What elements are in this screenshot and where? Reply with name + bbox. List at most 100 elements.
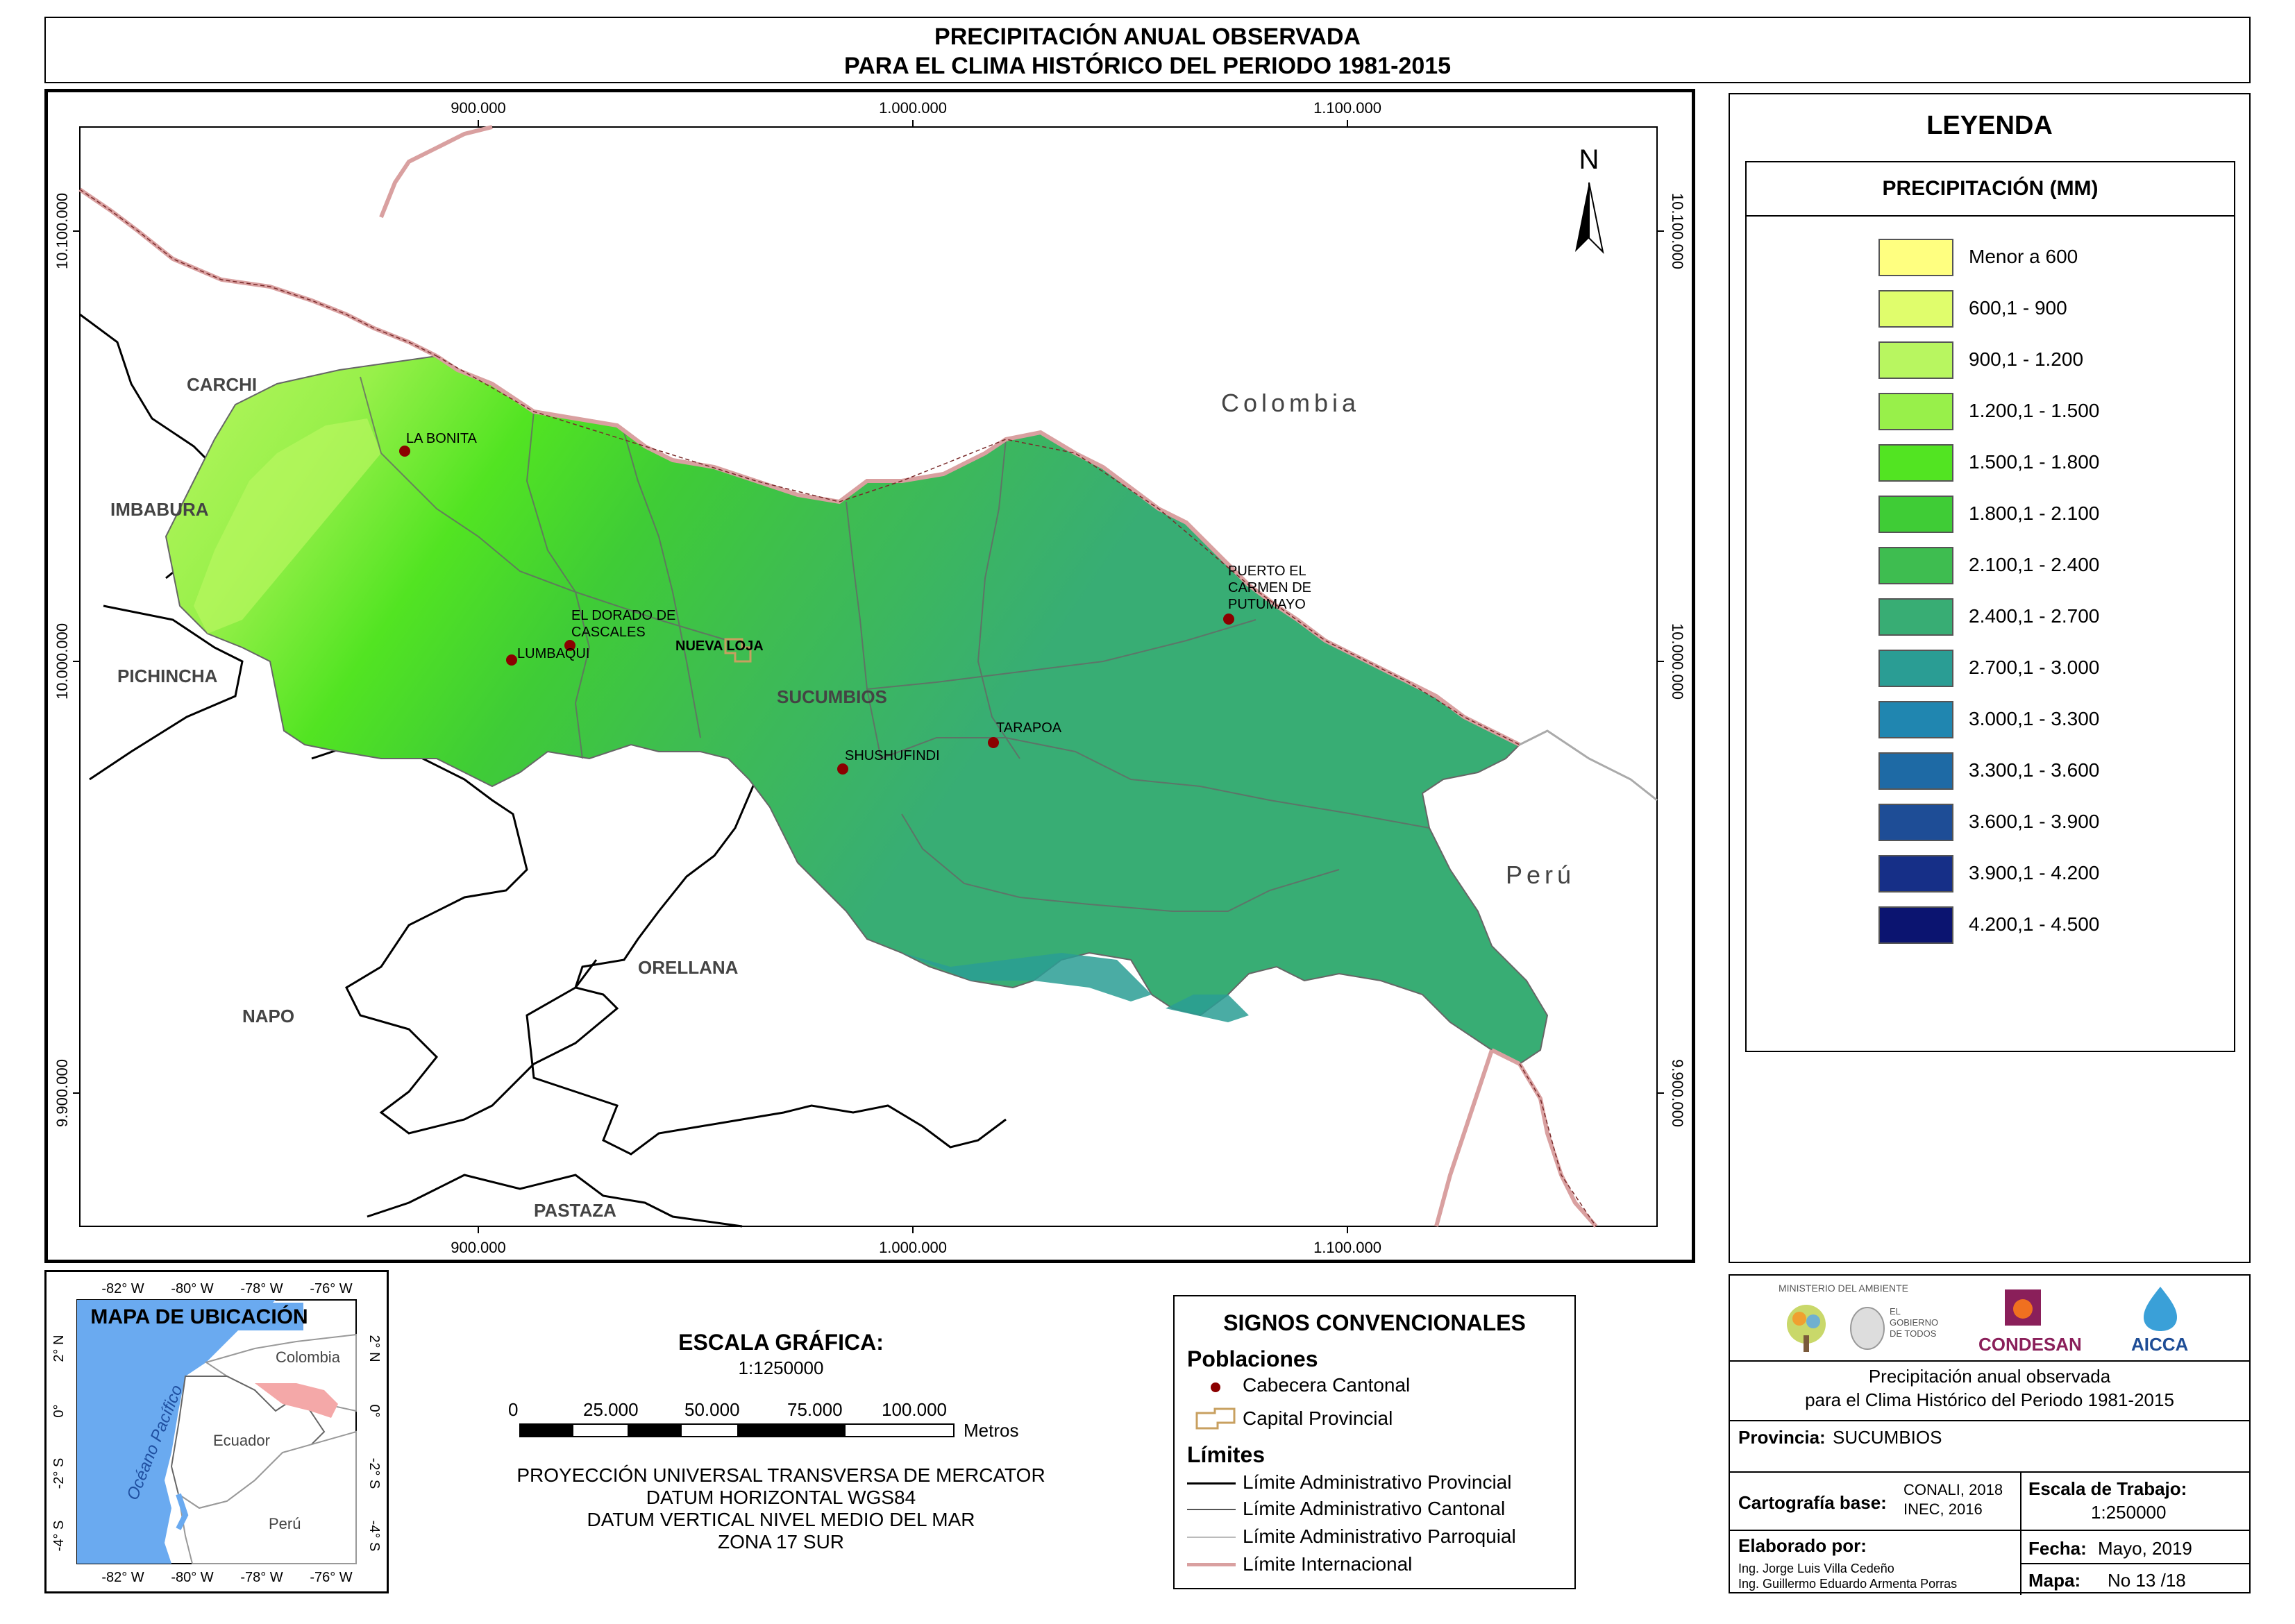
loc-lon-bottom-4: -76° W: [310, 1570, 352, 1585]
parroquial-line-icon: [1187, 1537, 1236, 1538]
legend-swatch: [1878, 855, 1953, 893]
legend-label: 4.200,1 - 4.500: [1969, 913, 2100, 935]
legend-panel: PRECIPITACIÓN (MM) Menor a 600 600,1 - 90…: [1745, 161, 2235, 1052]
loc-lon-top-2: -80° W: [171, 1281, 213, 1296]
signs-lim-int: Límite Internacional: [1243, 1553, 1413, 1575]
gobierno-text-1: EL: [1890, 1306, 1901, 1317]
town-marker-puerto-el-carmen[interactable]: [1223, 614, 1234, 625]
condesan-text: CONDESAN: [1978, 1334, 2082, 1355]
town-label-puerto-2: CARMEN DE: [1228, 580, 1311, 595]
projection-line-3: DATUM VERTICAL NIVEL MEDIO DEL MAR: [587, 1509, 975, 1530]
loc-lat-right-4: -4° S: [367, 1521, 382, 1552]
legend-swatch: [1878, 239, 1953, 276]
fecha-value: Mayo, 2019: [2098, 1538, 2192, 1559]
legend-label: 2.400,1 - 2.700: [1969, 605, 2100, 627]
loc-lon-top-4: -76° W: [310, 1281, 352, 1296]
projection-line-2: DATUM HORIZONTAL WGS84: [646, 1487, 916, 1508]
town-label-el-dorado-1: EL DORADO DE: [571, 608, 675, 623]
signs-lim-cant: Límite Administrativo Cantonal: [1243, 1498, 1506, 1519]
town-marker-tarapoa[interactable]: [988, 737, 999, 748]
signs-populations-header: Poblaciones: [1187, 1346, 1318, 1371]
scale-tick-2: 50.000: [684, 1399, 740, 1420]
location-map-title: MAPA DE UBICACIÓN: [90, 1305, 308, 1328]
y-tick-left-1: 10.100.000: [53, 193, 71, 269]
cartografia-value-2: INEC, 2016: [1903, 1500, 1983, 1518]
loc-lon-bottom-3: -78° W: [240, 1570, 283, 1585]
loc-lon-bottom-2: -80° W: [171, 1570, 213, 1585]
scale-unit: Metros: [964, 1420, 1019, 1441]
town-marker-lumbaqui[interactable]: [506, 654, 517, 666]
loc-lat-left-1: 2° N: [51, 1335, 67, 1362]
north-label: N: [1579, 144, 1599, 175]
legend-label: 3.000,1 - 3.300: [1969, 708, 2100, 729]
town-label-la-bonita: LA BONITA: [406, 431, 478, 446]
legend-swatch: [1878, 290, 1953, 328]
aicca-text: AICCA: [2131, 1334, 2189, 1355]
legend-swatch: [1878, 804, 1953, 841]
town-label-el-dorado-2: CASCALES: [571, 625, 646, 640]
legend-label: 1.200,1 - 1.500: [1969, 400, 2100, 421]
province-label-orellana: ORELLANA: [638, 957, 739, 978]
province-label-pastaza: PASTAZA: [534, 1200, 616, 1221]
map-title-line2: PARA EL CLIMA HISTÓRICO DEL PERIODO 1981…: [843, 53, 1452, 79]
location-map: -82° W -80° W -78° W -76° W -82° W -80° …: [51, 1281, 382, 1585]
legend-label: 1.800,1 - 2.100: [1969, 502, 2100, 524]
y-tick-left-3: 9.900.000: [53, 1059, 71, 1127]
loc-lat-right-1: 2° N: [367, 1335, 382, 1362]
location-map-box: -82° W -80° W -78° W -76° W -82° W -80° …: [44, 1270, 389, 1593]
scale-section: ESCALA GRÁFICA: 1:1250000 0 25.000 50.00…: [486, 1319, 1076, 1568]
town-marker-la-bonita[interactable]: [399, 446, 410, 457]
x-tick-top-3: 1.100.000: [1313, 99, 1381, 117]
main-map[interactable]: 900.000 1.000.000 1.100.000 900.000 1.00…: [48, 92, 1692, 1260]
scale-tick-1: 25.000: [583, 1399, 639, 1420]
aicca-logo-icon: [2144, 1287, 2177, 1331]
loc-lat-left-3: -2° S: [51, 1458, 67, 1489]
town-marker-shushufindi[interactable]: [837, 763, 848, 775]
legend-swatch: [1878, 650, 1953, 687]
ministerio-text: MINISTERIO DEL AMBIENTE: [1779, 1283, 1908, 1294]
legend-label: 600,1 - 900: [1969, 297, 2067, 319]
y-tick-right-2: 10.000.000: [1669, 623, 1686, 700]
gobierno-text-2: GOBIERNO: [1890, 1317, 1939, 1328]
province-label-napo: NAPO: [242, 1006, 294, 1026]
country-label-colombia: Colombia: [1221, 389, 1360, 417]
legend-swatch: [1878, 752, 1953, 790]
condesan-logo-icon: [2005, 1289, 2041, 1326]
town-label-shushufindi: SHUSHUFINDI: [845, 748, 940, 763]
loc-lon-bottom-1: -82° W: [101, 1570, 144, 1585]
legend-label: 1.500,1 - 1.800: [1969, 451, 2100, 473]
scale-tick-3: 75.000: [787, 1399, 843, 1420]
town-label-tarapoa: TARAPOA: [996, 720, 1062, 736]
legend-subtitle: PRECIPITACIÓN (MM): [1747, 162, 2234, 217]
legend-label: 2.700,1 - 3.000: [1969, 657, 2100, 678]
x-tick-bottom-3: 1.100.000: [1313, 1239, 1381, 1256]
provincia-value: SUCUMBIOS: [1833, 1427, 1942, 1448]
loc-label-ecuador: Ecuador: [213, 1432, 270, 1449]
escala-trabajo-value: 1:250000: [2091, 1502, 2167, 1523]
loc-label-colombia: Colombia: [276, 1348, 341, 1366]
legend-title: LEYENDA: [1926, 111, 2053, 140]
provincial-line-icon: [1187, 1482, 1236, 1485]
loc-label-peru: Perú: [269, 1515, 301, 1532]
scale-ratio: 1:1250000: [738, 1357, 824, 1378]
ministerio-logo-icon: [1787, 1305, 1826, 1352]
legend-label: 2.100,1 - 2.400: [1969, 554, 2100, 575]
escala-trabajo-label: Escala de Trabajo:: [2028, 1478, 2187, 1499]
projection-line-1: PROYECCIÓN UNIVERSAL TRANSVERSA DE MERCA…: [516, 1464, 1045, 1486]
projection-line-4: ZONA 17 SUR: [717, 1531, 845, 1553]
legend-swatch: [1878, 701, 1953, 738]
y-tick-right-3: 9.900.000: [1669, 1059, 1686, 1127]
capital-provincial-icon: [1195, 1407, 1236, 1430]
town-label-nueva-loja: NUEVA LOJA: [675, 638, 764, 654]
legend-swatch: [1878, 341, 1953, 379]
loc-lat-left-4: -4° S: [51, 1521, 67, 1552]
province-label-imbabura: IMBABURA: [110, 499, 209, 520]
country-label-peru: Perú: [1506, 861, 1575, 889]
legend-label: 3.300,1 - 3.600: [1969, 759, 2100, 781]
cartografia-value-1: CONALI, 2018: [1903, 1481, 2003, 1498]
main-map-frame[interactable]: 900.000 1.000.000 1.100.000 900.000 1.00…: [44, 89, 1695, 1263]
info-box: MINISTERIO DEL AMBIENTE EL GOBIERNO DE T…: [1729, 1274, 2251, 1595]
scale-tick-4: 100.000: [882, 1399, 947, 1420]
elaborado-name-2: Ing. Guillermo Eduardo Armenta Porras: [1738, 1577, 1958, 1591]
legend-label: 3.600,1 - 3.900: [1969, 811, 2100, 832]
